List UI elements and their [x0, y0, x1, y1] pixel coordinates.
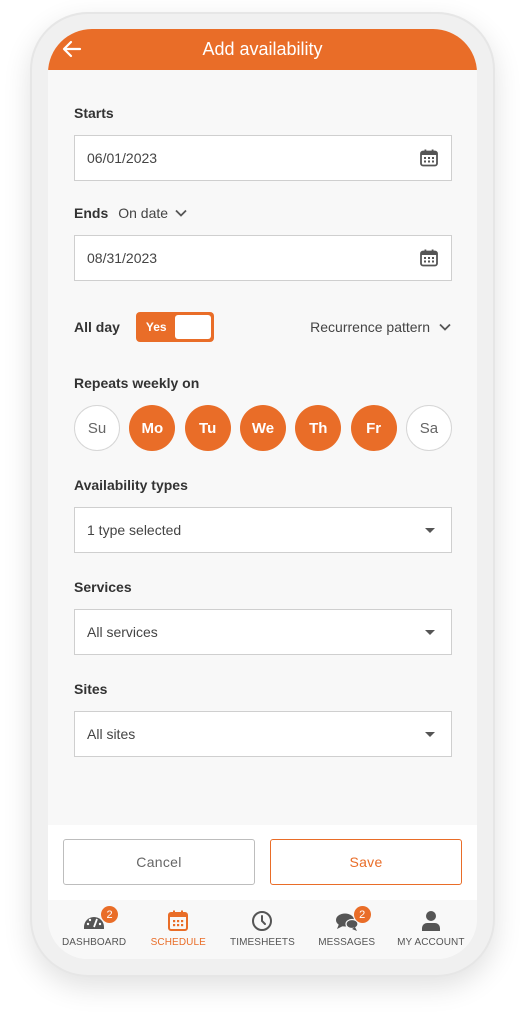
save-button[interactable]: Save: [270, 839, 462, 885]
weekday-selector: Su Mo Tu We Th Fr Sa: [74, 405, 452, 451]
ends-label: Ends: [74, 205, 109, 221]
chevron-down-icon: [439, 323, 451, 331]
sites-select[interactable]: All sites: [74, 711, 452, 757]
starts-label: Starts: [74, 105, 114, 121]
cancel-button[interactable]: Cancel: [63, 839, 255, 885]
weekday-tu[interactable]: Tu: [184, 405, 231, 451]
ends-mode-dropdown[interactable]: On date: [118, 205, 188, 221]
notification-badge: 2: [101, 906, 119, 923]
all-day-toggle[interactable]: Yes: [135, 312, 214, 342]
recurrence-pattern-dropdown[interactable]: Recurrence pattern: [310, 319, 452, 335]
caret-down-icon: [425, 731, 435, 737]
tab-label: MESSAGES: [318, 937, 376, 948]
repeats-label: Repeats weekly on: [74, 375, 200, 391]
services-label: Services: [74, 579, 132, 595]
end-date-field[interactable]: 08/31/2023: [74, 235, 452, 281]
calendar-icon[interactable]: [419, 148, 439, 168]
start-date-value: 06/01/2023: [87, 150, 158, 166]
chevron-down-icon: [175, 209, 187, 217]
form-actions: Cancel Save: [48, 825, 477, 900]
caret-down-icon: [425, 629, 435, 635]
bottom-tab-bar: 2 DASHBOARD SCHEDULE TIMESHEETS 2 MESSAG…: [48, 900, 477, 959]
app-screen: Add availability Starts 06/01/2023 Ends …: [48, 29, 477, 959]
availability-types-value: 1 type selected: [87, 522, 182, 538]
caret-down-icon: [425, 527, 435, 533]
tab-my-account[interactable]: MY ACCOUNT: [390, 900, 472, 959]
tab-label: SCHEDULE: [150, 937, 206, 948]
services-select[interactable]: All services: [74, 609, 452, 655]
toggle-yes-label: Yes: [145, 320, 167, 334]
calendar-icon[interactable]: [419, 248, 439, 268]
ends-row: Ends On date: [74, 205, 452, 221]
tab-label: MY ACCOUNT: [397, 937, 465, 948]
tab-label: TIMESHEETS: [230, 937, 295, 948]
calendar-icon: [168, 910, 189, 931]
back-arrow-icon[interactable]: [60, 37, 84, 61]
page-title: Add availability: [202, 39, 323, 59]
all-day-label: All day: [74, 319, 120, 335]
weekday-fr[interactable]: Fr: [350, 405, 397, 451]
tab-label: DASHBOARD: [61, 937, 127, 948]
tab-messages[interactable]: 2 MESSAGES: [306, 900, 388, 959]
weekday-su[interactable]: Su: [74, 405, 120, 451]
end-date-value: 08/31/2023: [87, 250, 158, 266]
person-icon: [421, 911, 440, 931]
tab-dashboard[interactable]: 2 DASHBOARD: [53, 900, 135, 959]
availability-types-label: Availability types: [74, 477, 188, 493]
all-day-row: All day Yes Recurrence pattern: [74, 312, 452, 342]
ends-mode-value: On date: [118, 205, 169, 221]
tab-schedule[interactable]: SCHEDULE: [137, 900, 219, 959]
weekday-sa[interactable]: Sa: [405, 405, 452, 451]
app-header: Add availability: [48, 29, 477, 70]
sites-label: Sites: [74, 681, 108, 697]
recurrence-pattern-label: Recurrence pattern: [310, 319, 430, 335]
toggle-knob: [174, 315, 211, 339]
availability-types-select[interactable]: 1 type selected: [74, 507, 452, 553]
services-value: All services: [87, 624, 158, 640]
clock-icon: [252, 911, 273, 931]
weekday-we[interactable]: We: [239, 405, 286, 451]
weekday-th[interactable]: Th: [295, 405, 342, 451]
weekday-mo[interactable]: Mo: [129, 405, 176, 451]
sites-value: All sites: [87, 726, 136, 742]
notification-badge: 2: [353, 906, 371, 923]
tab-timesheets[interactable]: TIMESHEETS: [221, 900, 303, 959]
start-date-field[interactable]: 06/01/2023: [74, 135, 452, 181]
availability-form: Starts 06/01/2023 Ends On date 08/31/202…: [74, 70, 452, 757]
